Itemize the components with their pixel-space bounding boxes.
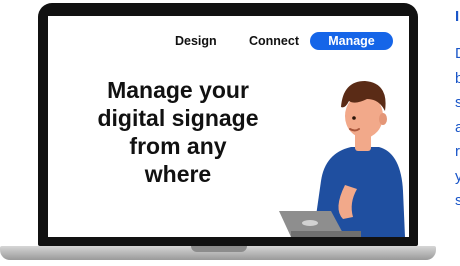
held-laptop-base bbox=[291, 231, 361, 237]
nav-connect[interactable]: Connect bbox=[249, 32, 299, 50]
side-line-4: a bbox=[455, 118, 460, 136]
side-heading: I bbox=[455, 8, 460, 25]
side-line-1: D bbox=[455, 42, 460, 67]
laptop-notch bbox=[191, 246, 247, 252]
nav-design[interactable]: Design bbox=[175, 32, 217, 50]
side-line-5: r bbox=[455, 143, 460, 160]
laptop-screen: Design Connect Manage Manage your digita… bbox=[48, 16, 409, 237]
side-line-7: s bbox=[455, 192, 460, 209]
held-laptop-logo bbox=[302, 220, 318, 226]
page: Design Connect Manage Manage your digita… bbox=[0, 0, 460, 266]
side-line-2: b bbox=[455, 69, 460, 87]
side-line-6: y bbox=[455, 167, 460, 185]
nav-bar: Design Connect Manage bbox=[48, 32, 409, 50]
side-paragraph: D b s a r y s bbox=[455, 42, 460, 214]
person-with-laptop-illustration bbox=[279, 81, 405, 237]
ear-shape bbox=[379, 113, 387, 125]
side-line-3: s bbox=[455, 94, 460, 111]
nav-manage-active[interactable]: Manage bbox=[310, 32, 393, 50]
eye-shape bbox=[352, 116, 356, 120]
